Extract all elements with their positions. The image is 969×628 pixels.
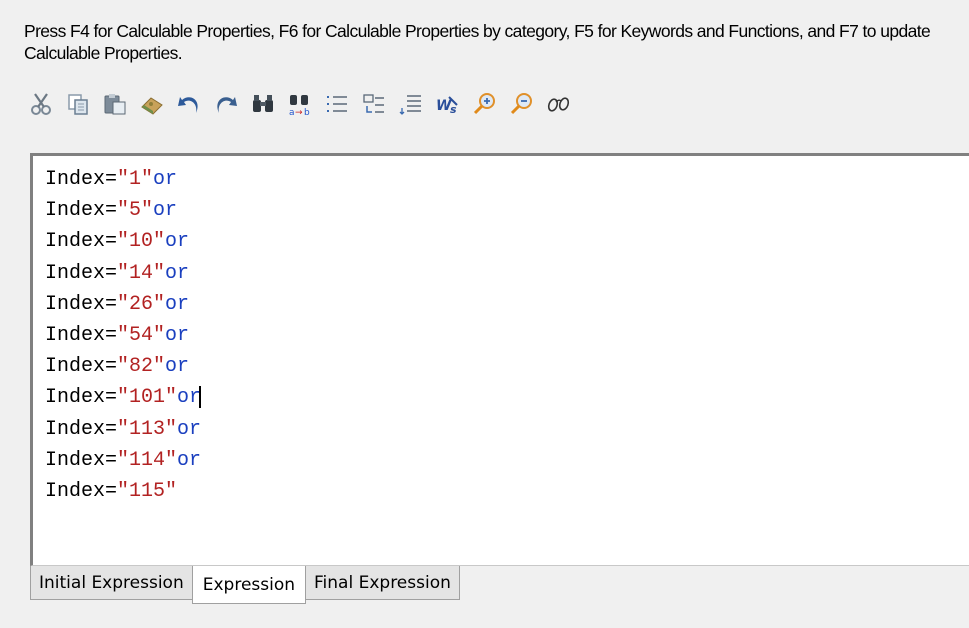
code-string: "101" [117, 386, 178, 410]
redo-icon[interactable] [211, 89, 241, 119]
code-keyword: or [177, 417, 202, 441]
code-operator: = [105, 168, 118, 191]
code-operator: = [105, 230, 118, 254]
text-caret [199, 386, 202, 409]
code-keyword: or [165, 261, 190, 285]
instruction-text: Press F4 for Calculable Properties, F6 f… [24, 21, 931, 63]
paste-icon[interactable] [100, 89, 130, 119]
code-field: Index [45, 355, 106, 379]
code-field: Index [45, 292, 106, 316]
code-field: Index [45, 199, 106, 223]
tab-expression[interactable]: Expression [191, 566, 307, 604]
code-string: "10" [117, 230, 166, 254]
code-field: Index [45, 261, 106, 285]
eraser-icon[interactable] [137, 89, 167, 119]
code-keyword: or [165, 323, 190, 347]
code-line: Index="113"or [45, 414, 201, 445]
code-string: "26" [117, 292, 166, 316]
code-string: "14" [117, 261, 166, 285]
replace-icon[interactable]: a → b [285, 89, 315, 119]
code-operator: = [105, 323, 118, 347]
code-keyword: or [177, 448, 202, 472]
code-operator: = [105, 417, 118, 441]
glasses-icon[interactable] [544, 89, 574, 119]
code-operator: = [105, 479, 118, 503]
line-numbers-icon[interactable] [396, 89, 426, 119]
code-keyword: or [153, 199, 178, 223]
code-line: Index="115" [45, 476, 201, 507]
find-icon[interactable] [248, 89, 278, 119]
code-line: Index="10"or [45, 226, 201, 257]
expression-code[interactable]: Index="1"or Index="5"or Index="10"or Index=… [45, 164, 202, 507]
code-line: Index="5"or [45, 195, 201, 226]
cut-icon[interactable] [26, 89, 56, 119]
expression-tabs: Initial Expression Expression Final Expres… [30, 566, 460, 604]
code-string: "115" [117, 479, 178, 503]
code-line: Index="1"or [45, 164, 201, 195]
code-operator: = [105, 355, 118, 379]
code-field: Index [45, 386, 106, 410]
expression-toolbar: a → b Ws [26, 86, 581, 122]
copy-icon[interactable] [63, 89, 93, 119]
code-string: "82" [117, 355, 166, 379]
zoom-out-icon[interactable] [507, 89, 537, 119]
code-operator: = [105, 386, 118, 410]
code-field: Index [45, 479, 106, 503]
svg-text:→: → [295, 108, 303, 117]
svg-text:b: b [304, 108, 310, 117]
code-line: Index="54"or [45, 320, 201, 351]
undo-icon[interactable] [174, 89, 204, 119]
outdent-list-icon[interactable] [359, 89, 389, 119]
code-string: "54" [117, 323, 166, 347]
code-string: "1" [117, 168, 154, 191]
expression-editor[interactable]: Index="1"or Index="5"or Index="10"or Index=… [30, 153, 969, 566]
code-operator: = [105, 292, 118, 316]
code-line: Index="114"or [45, 445, 201, 476]
code-keyword: or [165, 230, 190, 254]
code-string: "5" [117, 199, 154, 223]
code-field: Index [45, 168, 106, 191]
indent-list-icon[interactable] [322, 89, 352, 119]
code-keyword: or [165, 355, 190, 379]
code-field: Index [45, 417, 106, 441]
tab-initial-expression[interactable]: Initial Expression [30, 566, 193, 600]
code-field: Index [45, 323, 106, 347]
code-keyword: or [153, 168, 178, 191]
code-keyword: or [177, 386, 202, 410]
code-operator: = [105, 448, 118, 472]
code-field: Index [45, 230, 106, 254]
code-field: Index [45, 448, 106, 472]
zoom-in-icon[interactable] [470, 89, 500, 119]
code-line: Index="101"or [45, 382, 202, 413]
tab-final-expression[interactable]: Final Expression [305, 566, 460, 600]
code-operator: = [105, 199, 118, 223]
code-line: Index="14"or [45, 258, 201, 289]
code-string: "114" [117, 448, 178, 472]
code-string: "113" [117, 417, 178, 441]
code-line: Index="82"or [45, 351, 201, 382]
svg-text:a: a [289, 108, 295, 117]
code-keyword: or [165, 292, 190, 316]
code-line: Index="26"or [45, 289, 201, 320]
code-operator: = [105, 261, 118, 285]
word-wrap-icon[interactable]: Ws [433, 89, 463, 119]
